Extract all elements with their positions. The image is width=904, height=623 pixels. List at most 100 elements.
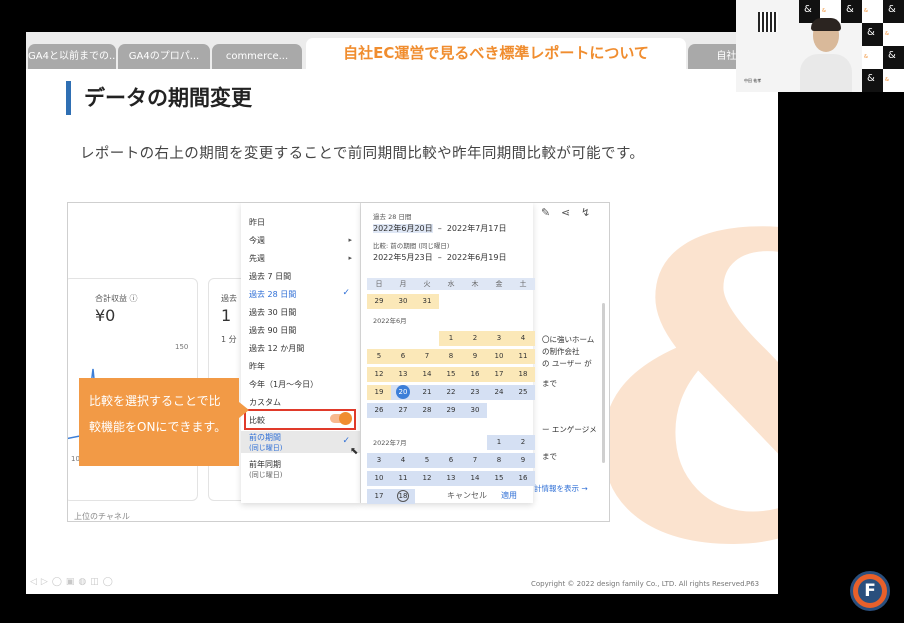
calendar-day[interactable]: 28 bbox=[415, 403, 439, 418]
calendar-day[interactable]: 2 bbox=[463, 331, 487, 346]
chevron-right-icon: ▸ bbox=[348, 236, 352, 244]
tab-ga4-previous[interactable]: GA4と以前までの... bbox=[28, 44, 116, 69]
calendar-day[interactable]: 30 bbox=[463, 403, 487, 418]
calendar-day[interactable]: 3 bbox=[487, 331, 511, 346]
revenue-label: 合計収益 ⓘ bbox=[95, 294, 138, 303]
menu-item-this-week[interactable]: 今週 bbox=[249, 235, 265, 246]
calendar-day[interactable]: 14 bbox=[463, 471, 487, 486]
slide-description: レポートの右上の期間を変更することで前同期間比較や昨年同期間比較が可能です。 bbox=[80, 146, 645, 162]
compare-label: 比較 bbox=[249, 416, 265, 425]
compare-range[interactable]: 2022年5月23日 – 2022年6月19日 bbox=[373, 252, 506, 263]
right-text-5: ー エンゲージメ bbox=[542, 425, 597, 434]
compare-toggle[interactable] bbox=[326, 410, 356, 430]
tab-commerce[interactable]: commerce... bbox=[212, 44, 302, 69]
calendar-day[interactable]: 10 bbox=[367, 471, 391, 486]
share-icon[interactable]: ⋖ bbox=[561, 206, 570, 219]
tab-ga4-property[interactable]: GA4のプロパ... bbox=[118, 44, 210, 69]
calendar-day[interactable]: 6 bbox=[439, 453, 463, 468]
calendar-day[interactable]: 25 bbox=[511, 385, 535, 400]
today-marker: 18 bbox=[397, 490, 409, 502]
calendar-day[interactable]: 9 bbox=[463, 349, 487, 364]
prev-year-option[interactable]: 前年同期 bbox=[249, 459, 281, 470]
calendar-day[interactable]: 12 bbox=[415, 471, 439, 486]
calendar-day[interactable]: 7 bbox=[463, 453, 487, 468]
webcam-feed: & & & & & & & & & & & 中田 祐孝 bbox=[736, 0, 904, 92]
brand-badge-icon: & bbox=[883, 69, 904, 92]
calendar-day[interactable]: 15 bbox=[487, 471, 511, 486]
calendar-day[interactable]: 11 bbox=[511, 349, 535, 364]
weekday-header: 木 bbox=[463, 278, 487, 290]
menu-item-this-year[interactable]: 今年（1月〜今日） bbox=[249, 379, 318, 390]
calendar-day[interactable]: 23 bbox=[463, 385, 487, 400]
menu-item-last-7-days[interactable]: 過去 7 日間 bbox=[249, 271, 291, 282]
calendar-day[interactable]: 18 bbox=[511, 367, 535, 382]
calendar-day[interactable]: 1 bbox=[439, 331, 463, 346]
weekday-header: 月 bbox=[391, 278, 415, 290]
calendar-day[interactable]: 4 bbox=[391, 453, 415, 468]
calendar-day[interactable]: 29 bbox=[367, 294, 391, 309]
calendar-day[interactable]: 1 bbox=[487, 435, 511, 450]
chevron-right-icon: ▸ bbox=[348, 254, 352, 262]
calendar-day[interactable]: 24 bbox=[487, 385, 511, 400]
menu-item-last-week[interactable]: 先週 bbox=[249, 253, 265, 264]
ga4-report-screenshot: 合計収益 ⓘ ¥0 150 10 過去 1 1 分 上位のチャネル 〇に強いホー… bbox=[67, 202, 610, 522]
calendar-day[interactable]: 8 bbox=[487, 453, 511, 468]
second-value: 1 bbox=[221, 306, 232, 325]
calendar-day[interactable]: 30 bbox=[391, 294, 415, 309]
calendar-day[interactable]: 31 bbox=[415, 294, 439, 309]
weekday-header: 日 bbox=[367, 278, 391, 290]
calendar-day[interactable]: 9 bbox=[511, 453, 535, 468]
check-icon: ✓ bbox=[342, 436, 350, 446]
calendar-day[interactable]: 16 bbox=[463, 367, 487, 382]
calendar-day[interactable]: 10 bbox=[487, 349, 511, 364]
calendar-day[interactable]: 15 bbox=[439, 367, 463, 382]
right-text-2: の制作会社 bbox=[542, 347, 580, 356]
cancel-button[interactable]: キャンセル bbox=[447, 490, 487, 501]
menu-item-last-12-months[interactable]: 過去 12 か月間 bbox=[249, 343, 304, 354]
calendar-day[interactable]: 7 bbox=[415, 349, 439, 364]
speaker-name: 中田 祐孝 bbox=[744, 78, 762, 83]
footer-copyright: Copyright © 2022 design family Co., LTD.… bbox=[531, 580, 747, 588]
calendar-day[interactable]: 27 bbox=[391, 403, 415, 418]
calendar-day[interactable]: 11 bbox=[391, 471, 415, 486]
calendar-day[interactable]: 18 bbox=[391, 489, 415, 504]
calendar-day[interactable]: 17 bbox=[487, 367, 511, 382]
menu-item-last-year[interactable]: 昨年 bbox=[249, 361, 265, 372]
compare-range-label: 比較: 前の期間 (同じ曜日) bbox=[373, 242, 450, 250]
calendar-day[interactable]: 17 bbox=[367, 489, 391, 504]
calendar-day[interactable]: 5 bbox=[367, 349, 391, 364]
calendar-day[interactable]: 14 bbox=[415, 367, 439, 382]
calendar-day[interactable]: 26 bbox=[367, 403, 391, 418]
edit-icon[interactable]: ✎ bbox=[541, 206, 550, 219]
apply-button[interactable]: 適用 bbox=[501, 490, 517, 501]
insights-icon[interactable]: ↯ bbox=[581, 206, 590, 219]
prev-year-sub: (同じ曜日) bbox=[249, 471, 283, 479]
calendar-day[interactable]: 29 bbox=[439, 403, 463, 418]
calendar-day[interactable]: 13 bbox=[439, 471, 463, 486]
calendar-day[interactable]: 6 bbox=[391, 349, 415, 364]
current-range[interactable]: 2022年6月20日 – 2022年7月17日 bbox=[373, 223, 506, 234]
calendar-day[interactable]: 5 bbox=[415, 453, 439, 468]
menu-item-yesterday[interactable]: 昨日 bbox=[249, 217, 265, 228]
calendar-day[interactable]: 13 bbox=[391, 367, 415, 382]
slide-toolbar[interactable]: ◁▷◯▣◍◫◯ bbox=[30, 577, 117, 587]
calendar-day[interactable]: 19 bbox=[367, 385, 391, 400]
menu-item-last-90-days[interactable]: 過去 90 日間 bbox=[249, 325, 296, 336]
calendar-day[interactable]: 8 bbox=[439, 349, 463, 364]
menu-item-custom[interactable]: カスタム bbox=[249, 397, 281, 408]
calendar-day[interactable]: 22 bbox=[439, 385, 463, 400]
calendar-day[interactable]: 16 bbox=[511, 471, 535, 486]
panel-scrollbar[interactable] bbox=[602, 303, 605, 463]
menu-item-last-28-days[interactable]: 過去 28 日間 bbox=[249, 289, 296, 300]
view-details-link[interactable]: 計情報を表示 → bbox=[534, 483, 588, 494]
calendar-day[interactable]: 4 bbox=[511, 331, 535, 346]
weekday-header: 金 bbox=[487, 278, 511, 290]
slide-title: データの期間変更 bbox=[84, 86, 252, 110]
tab-active-ec-reports[interactable]: 自社EC運営で見るべき標準レポートについて bbox=[306, 38, 686, 69]
calendar-day[interactable]: 12 bbox=[367, 367, 391, 382]
menu-item-last-30-days[interactable]: 過去 30 日間 bbox=[249, 307, 296, 318]
calendar-day[interactable]: 2 bbox=[511, 435, 535, 450]
calendar-day[interactable]: 21 bbox=[415, 385, 439, 400]
calendar-day[interactable]: 20 bbox=[391, 385, 415, 400]
calendar-day[interactable]: 3 bbox=[367, 453, 391, 468]
